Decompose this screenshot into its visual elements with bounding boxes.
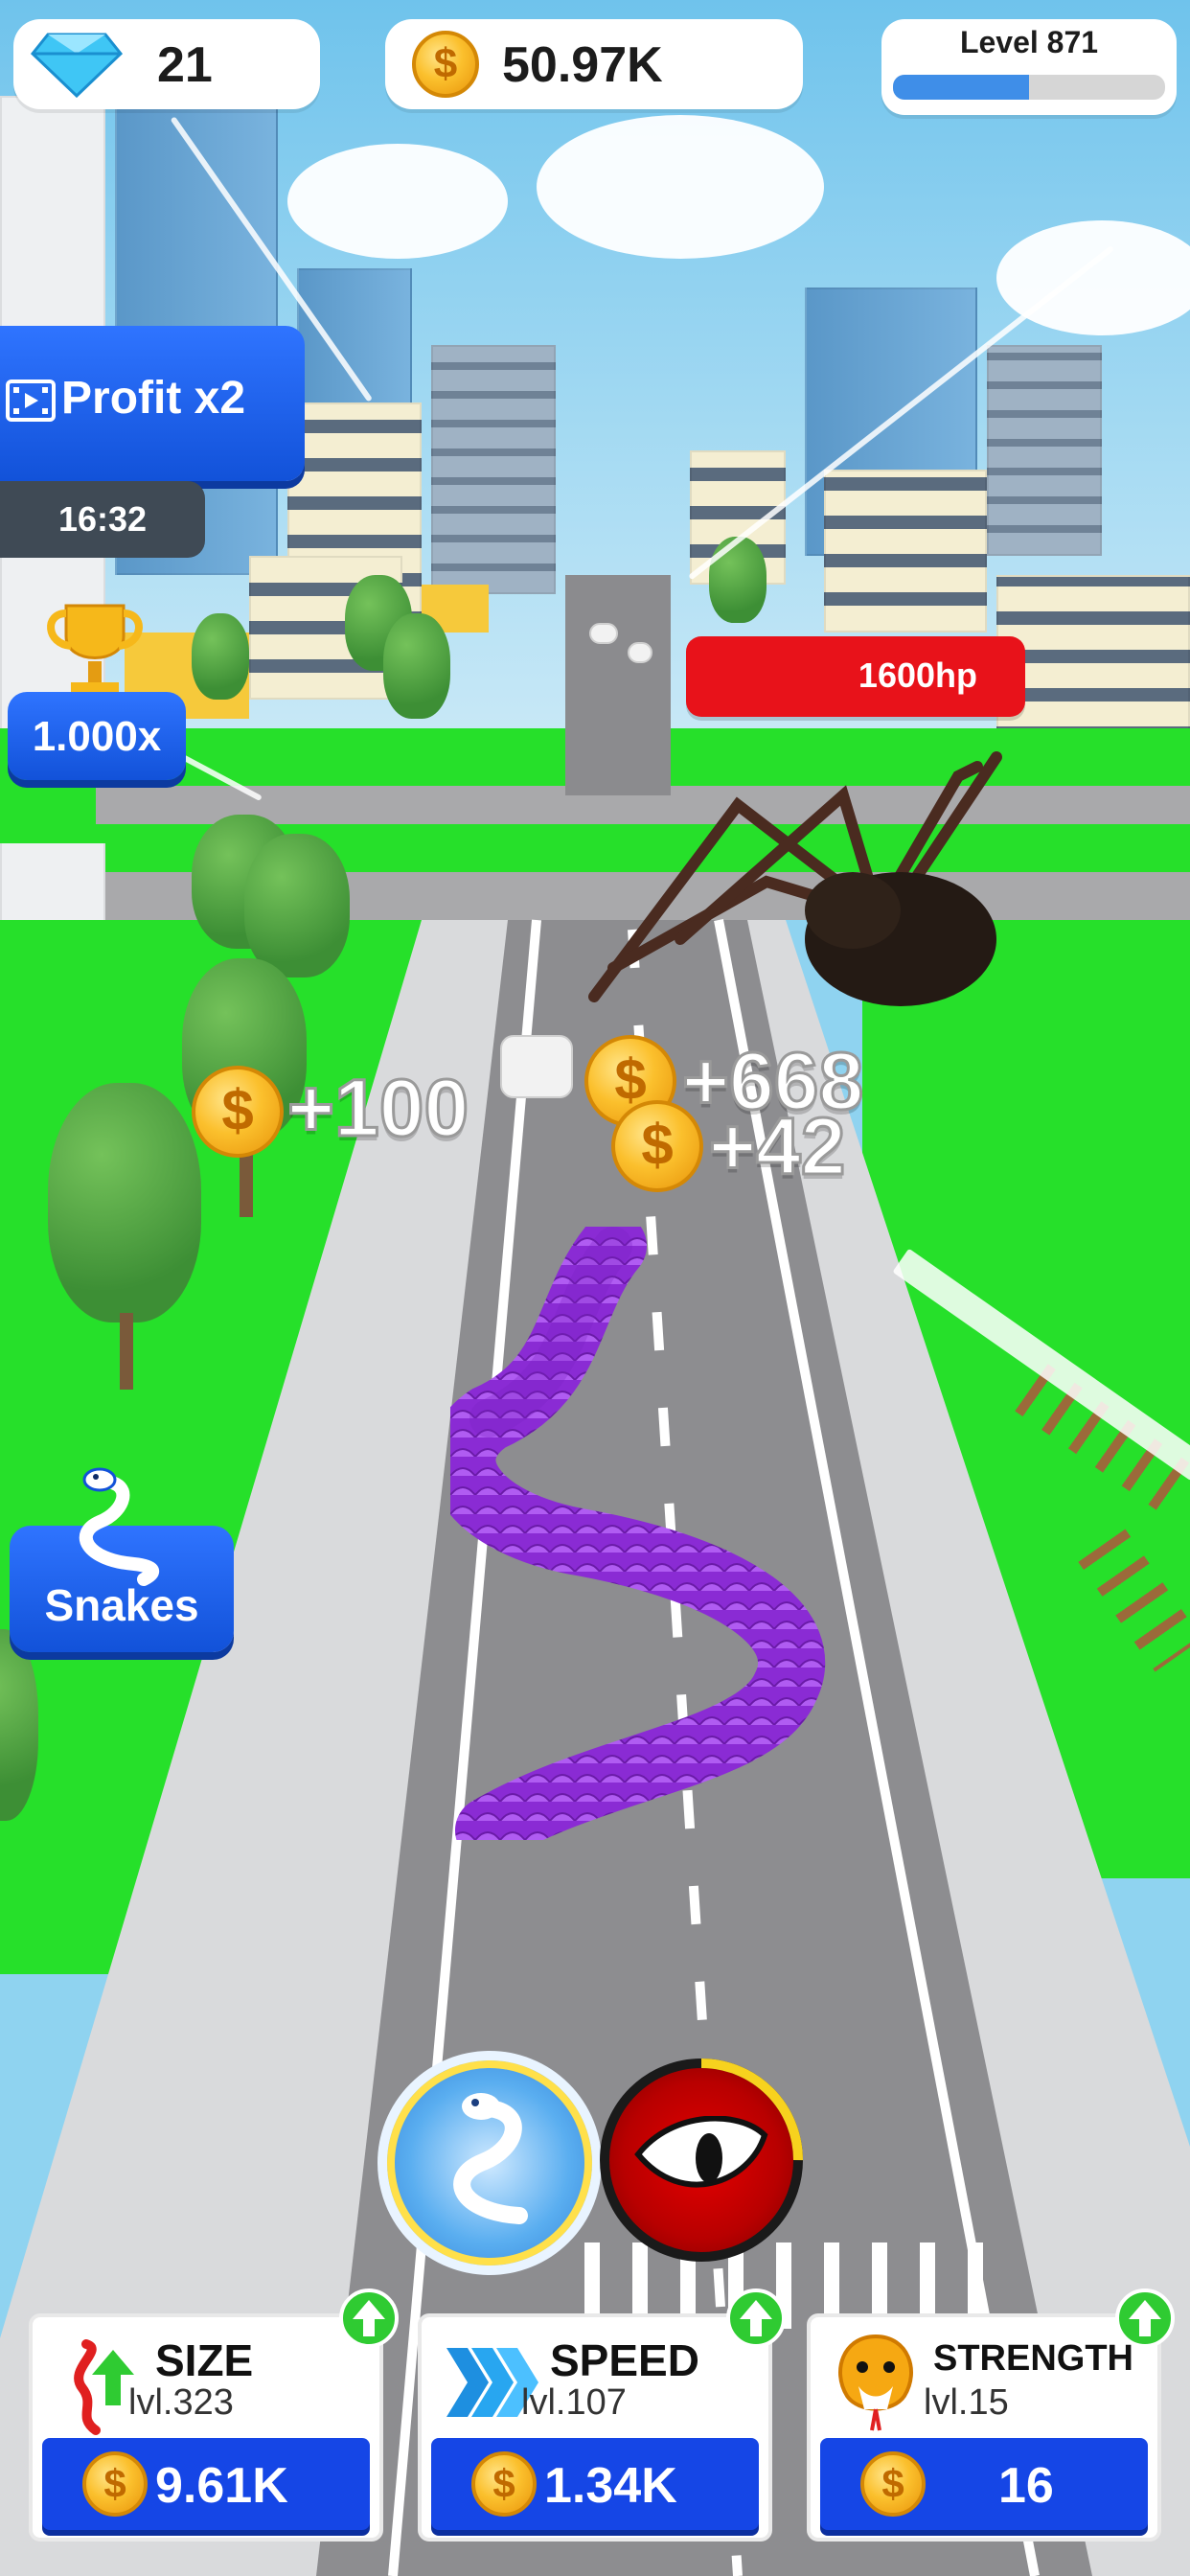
strength-cost: 16 (998, 2458, 1054, 2514)
size-upgrade-available-icon (339, 2288, 399, 2348)
car (628, 642, 652, 663)
profit-timer-value: 16:32 (57, 499, 148, 539)
tree (192, 613, 249, 700)
tree (709, 537, 767, 623)
apartment-building (824, 470, 987, 632)
coin-reward-icon: $ (192, 1066, 284, 1158)
snakes-button[interactable]: Snakes (10, 1467, 234, 1652)
profit-label: Profit x2 (61, 373, 246, 424)
strength-upgrade-button[interactable]: $ 16 (820, 2438, 1148, 2530)
tree (383, 613, 450, 719)
size-upgrade-button[interactable]: $ 9.61K (42, 2438, 370, 2530)
coin-icon: $ (860, 2451, 926, 2517)
speed-title: SPEED (550, 2335, 699, 2385)
speed-upgrade-available-icon (726, 2288, 786, 2348)
film-icon (6, 380, 56, 422)
coin-icon: $ (471, 2451, 537, 2517)
gems-value: 21 (157, 37, 213, 93)
skyscraper (431, 345, 556, 594)
level-progress-fill (893, 75, 1029, 100)
strength-title: STRENGTH (933, 2338, 1133, 2379)
size-level: lvl.323 (128, 2382, 234, 2423)
strength-upgrade-available-icon (1115, 2288, 1175, 2348)
reward-text: +100 (286, 1062, 469, 1155)
snake-icon (79, 1467, 160, 1586)
level-label: Level 871 (959, 25, 1099, 59)
upgrade-card-strength: STRENGTH lvl.15 $ 16 (807, 2313, 1161, 2542)
multiplier-value: 1.000x (32, 713, 162, 760)
level-indicator: Level 871 (881, 19, 1177, 115)
snakes-label: Snakes (44, 1580, 199, 1630)
cobra-head-icon (838, 2334, 913, 2431)
gems-counter: 21 (13, 19, 320, 109)
white-snake-icon (453, 2093, 528, 2224)
coin-icon: $ (412, 31, 479, 98)
reward-text: +42 (708, 1100, 847, 1193)
evil-eye-ability-button[interactable] (600, 2058, 803, 2262)
tree-trunk (120, 1313, 133, 1390)
car (589, 623, 618, 644)
profit-timer: 16:32 (0, 481, 205, 558)
upgrade-card-size: SIZE lvl.323 $ 9.61K (29, 2313, 383, 2542)
coin-icon: $ (82, 2451, 148, 2517)
car (500, 1035, 573, 1098)
diamond-icon (30, 33, 124, 98)
profit-x2-button[interactable]: Profit x2 (0, 326, 305, 481)
size-title: SIZE (155, 2335, 254, 2385)
strength-level: lvl.15 (924, 2382, 1009, 2423)
enemy-hp-value: 1600hp (858, 656, 977, 695)
skyscraper (987, 345, 1102, 556)
coins-value: 50.97K (502, 37, 663, 93)
upgrade-card-speed: SPEED lvl.107 $ 1.34K (418, 2313, 772, 2542)
ability-cooldown-ring (600, 2058, 803, 2262)
tree (244, 834, 350, 978)
speed-cost: 1.34K (544, 2458, 677, 2514)
speed-level: lvl.107 (521, 2382, 627, 2423)
level-progress-bar (893, 75, 1165, 100)
coin-reward-icon: $ (611, 1100, 703, 1192)
size-cost: 9.61K (155, 2458, 288, 2514)
cloud (537, 115, 824, 259)
cloud (287, 144, 508, 259)
player-snake (450, 1227, 826, 1840)
multiplier-button[interactable]: 1.000x (8, 692, 186, 780)
speed-upgrade-button[interactable]: $ 1.34K (431, 2438, 759, 2530)
enemy-hp-bar: 1600hp (686, 636, 1025, 717)
snake-dash-ability-button[interactable] (378, 2051, 602, 2275)
coins-counter: $ 50.97K (385, 19, 803, 109)
spider-enemy (588, 751, 1002, 1006)
tree (48, 1083, 201, 1322)
